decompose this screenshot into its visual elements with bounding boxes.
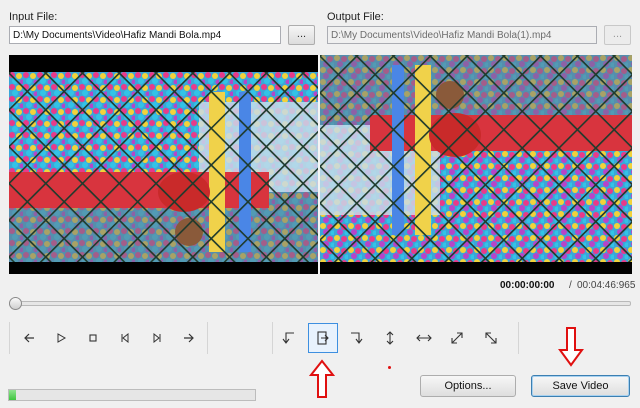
output-video-frame — [320, 55, 632, 262]
video-preview-area — [9, 55, 632, 274]
play-icon[interactable] — [46, 323, 76, 353]
input-file-field[interactable]: D:\My Documents\Video\Hafiz Mandi Bola.m… — [9, 26, 281, 44]
flip-diagonal-icon[interactable] — [442, 323, 472, 353]
transport-toolbar — [14, 322, 204, 354]
save-video-button[interactable]: Save Video — [531, 375, 630, 397]
skip-end-icon[interactable] — [142, 323, 172, 353]
output-video-image — [320, 55, 632, 262]
prev-frame-icon[interactable] — [14, 323, 44, 353]
flip-vertical-icon[interactable] — [375, 323, 405, 353]
annotation-arrow-up-icon — [309, 359, 335, 398]
input-video-image — [9, 72, 318, 262]
rotate-right-icon[interactable] — [307, 323, 338, 353]
rotate-toolbar — [274, 322, 506, 354]
rotate-separator-left — [272, 322, 273, 354]
input-browse-button[interactable]: ... — [288, 25, 315, 45]
seek-thumb[interactable] — [9, 297, 22, 310]
input-video-frame — [9, 72, 318, 262]
skip-start-icon[interactable] — [110, 323, 140, 353]
options-button[interactable]: Options... — [420, 375, 516, 397]
flip-antidiagonal-icon[interactable] — [476, 323, 506, 353]
stop-icon[interactable] — [78, 323, 108, 353]
progress-bar — [8, 389, 256, 401]
total-time: 00:04:46:965 — [577, 280, 636, 291]
input-file-label: Input File: — [9, 11, 58, 23]
output-browse-button: ... — [604, 25, 631, 45]
annotation-arrow-down-icon — [558, 327, 584, 367]
rotate-separator-right — [518, 322, 519, 354]
annotation-dot — [388, 366, 391, 369]
output-file-label: Output File: — [327, 11, 384, 23]
seek-track[interactable] — [9, 301, 631, 306]
transport-separator-right — [207, 322, 208, 354]
transport-separator-left — [9, 322, 10, 354]
flip-horizontal-icon[interactable] — [409, 323, 439, 353]
next-frame-icon[interactable] — [174, 323, 204, 353]
progress-fill — [9, 390, 17, 400]
current-time: 00:00:00:00 — [500, 280, 555, 291]
time-separator: / — [569, 280, 572, 291]
output-file-field: D:\My Documents\Video\Hafiz Mandi Bola(1… — [327, 26, 597, 44]
rotate-180-icon[interactable] — [341, 323, 371, 353]
rotate-left-icon[interactable] — [274, 323, 304, 353]
